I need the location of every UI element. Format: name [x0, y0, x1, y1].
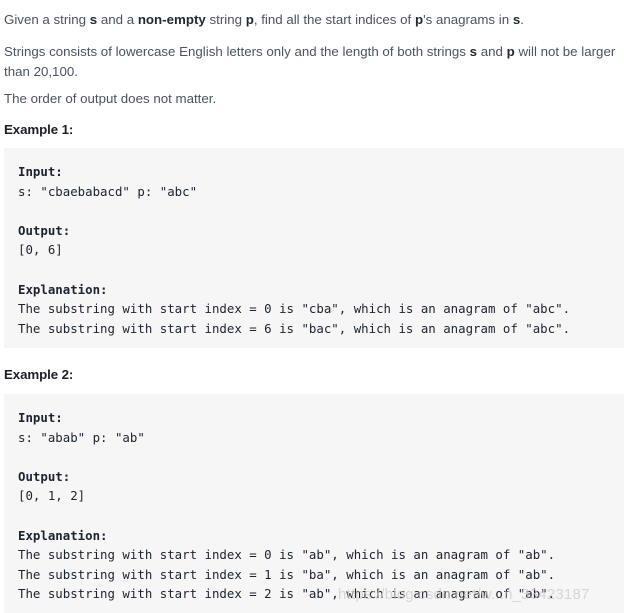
example-2-input-value: s: "abab" p: "ab": [18, 429, 145, 445]
paragraph-order-note: The order of output does not matter.: [4, 91, 217, 106]
paragraph-constraints: Strings consists of lowercase English le…: [0, 42, 624, 82]
paragraph1-seg3: string: [205, 12, 246, 27]
example-1-code-content: Input: s: "cbaebabacd" p: "abc" Output: …: [18, 162, 624, 338]
example-2-code-content: Input: s: "abab" p: "ab" Output: [0, 1, …: [18, 408, 624, 604]
paragraph-problem-statement: Given a string s and a non-empty string …: [0, 10, 524, 30]
example-2-input-label: Input:: [18, 410, 63, 425]
example-1-heading: Example 1:: [4, 122, 74, 137]
paragraph2-seg1: Strings consists of lowercase English le…: [4, 44, 470, 59]
example-2-code-block: Input: s: "abab" p: "ab" Output: [0, 1, …: [4, 394, 624, 613]
paragraph2-seg2: and: [477, 44, 507, 59]
example-1-input-value: s: "cbaebabacd" p: "abc": [18, 183, 198, 199]
example-1-explanation-line-1: The substring with start index = 0 is "c…: [18, 301, 571, 317]
example-1-explanation-label: Explanation:: [18, 281, 108, 297]
paragraph1-seg2: and a: [97, 12, 138, 27]
paragraph1-seg6: .: [520, 12, 524, 27]
example-1-output-label: Output:: [18, 222, 71, 238]
paragraph2-bold-s: s: [469, 44, 478, 59]
example-2-heading: Example 2:: [4, 367, 74, 382]
example-2-output-label: Output:: [18, 468, 71, 484]
example-1-code-block: Input: s: "cbaebabacd" p: "abc" Output: …: [4, 148, 624, 348]
example-2-explanation-line-2: The substring with start index = 1 is "b…: [18, 566, 556, 582]
paragraph1-seg5: 's anagrams in: [423, 12, 513, 27]
paragraph1-seg4: , find all the start indices of: [253, 12, 415, 27]
problem-description-page: Given a string s and a non-empty string …: [0, 0, 624, 613]
example-2-explanation-line-1: The substring with start index = 0 is "a…: [18, 547, 556, 563]
example-2-explanation-label: Explanation:: [18, 527, 108, 543]
example-1-output-value: [0, 6]: [18, 242, 63, 258]
example-2-explanation-line-3: The substring with start index = 2 is "a…: [18, 586, 556, 602]
paragraph2-bold-p: p: [506, 44, 515, 59]
example-2-output-value: [0, 1, 2]: [18, 488, 86, 504]
paragraph1-bold-p2: p: [414, 12, 424, 27]
paragraph1-bold-non-empty: non-empty: [137, 12, 206, 27]
example-1-explanation-line-2: The substring with start index = 6 is "b…: [18, 320, 571, 336]
paragraph1-seg1: Given a string: [4, 12, 90, 27]
example-1-input-label: Input:: [18, 164, 63, 179]
paragraph1-bold-p: p: [245, 12, 254, 27]
